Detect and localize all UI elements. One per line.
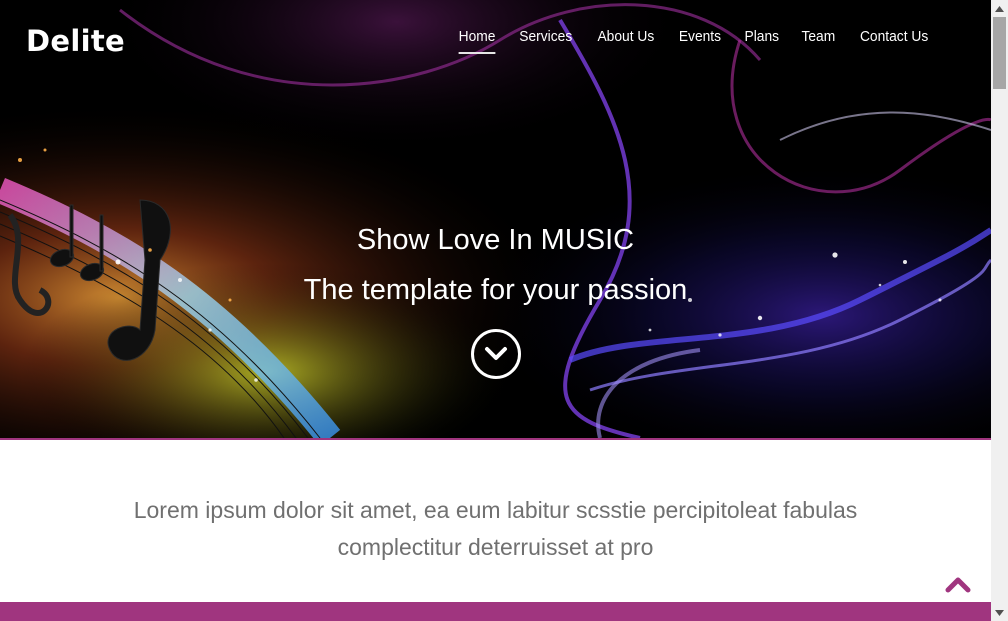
nav-item-contact-us[interactable]: Contact Us — [851, 28, 938, 54]
nav-item-team[interactable]: Team — [792, 28, 844, 54]
scroll-down-button[interactable] — [471, 329, 521, 379]
hero-section: Delite Home Services About Us Events Pla… — [0, 0, 991, 438]
nav-item-home[interactable]: Home — [450, 28, 505, 54]
intro-section: Lorem ipsum dolor sit amet, ea eum labit… — [0, 440, 991, 602]
brand-logo[interactable]: Delite — [26, 24, 125, 58]
intro-text: Lorem ipsum dolor sit amet, ea eum labit… — [133, 497, 858, 560]
nav-item-about-us[interactable]: About Us — [588, 28, 663, 54]
back-to-top-button[interactable] — [944, 574, 972, 594]
vertical-scrollbar[interactable] — [991, 0, 1008, 621]
chevron-down-icon — [485, 347, 507, 360]
triangle-down-icon — [995, 609, 1004, 616]
scrollbar-thumb[interactable] — [993, 17, 1006, 89]
triangle-up-icon — [995, 5, 1004, 12]
hero-subheadline: The template for your passion — [303, 274, 688, 306]
chevron-up-icon — [945, 577, 971, 593]
scroll-up-arrow[interactable] — [991, 0, 1008, 17]
nav-item-events[interactable]: Events — [669, 28, 730, 54]
nav-item-plans[interactable]: Plans — [735, 28, 788, 54]
scroll-down-arrow[interactable] — [991, 604, 1008, 621]
page: Delite Home Services About Us Events Pla… — [0, 0, 991, 621]
nav-item-services[interactable]: Services — [511, 28, 582, 54]
next-section-band — [0, 602, 991, 621]
hero-headline: Show Love In MUSIC — [356, 224, 635, 256]
main-nav: Home Services About Us Events Plans Team… — [447, 28, 941, 54]
